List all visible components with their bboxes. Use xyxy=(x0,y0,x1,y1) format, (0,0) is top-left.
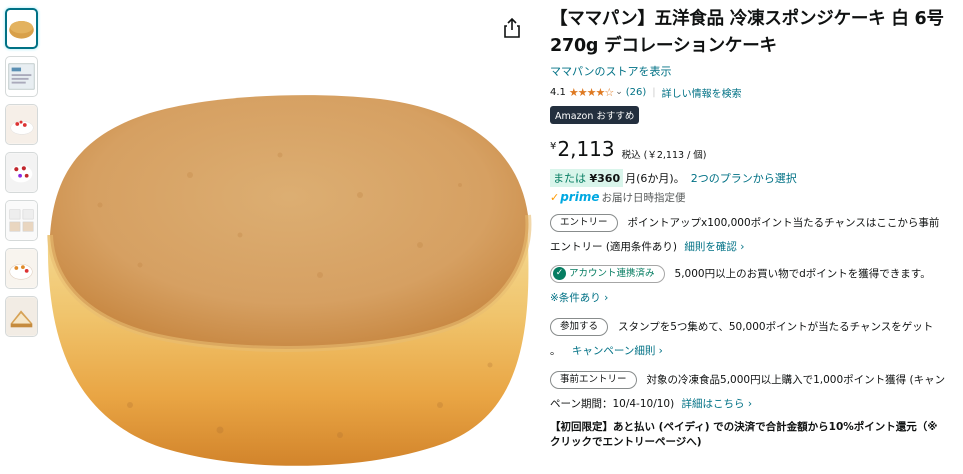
installment-amount: ¥360 xyxy=(589,172,621,185)
promo-line: 事前エントリー 対象の冷凍食品5,000円以上購入で1,000ポイント獲得 (キャ… xyxy=(550,368,963,392)
promo-text: 対象の冷凍食品5,000円以上購入で1,000ポイント獲得 (キャン xyxy=(646,374,946,386)
account-linked-pill[interactable]: ✓ アカウント連携済み xyxy=(550,265,665,283)
promo-line: エントリー (適用条件あり) 細則を確認 › xyxy=(550,235,963,259)
installment-badge: または ¥360 xyxy=(550,169,624,187)
promo-text: スタンプを5つ集めて、50,000ポイントが当たるチャンスをゲット xyxy=(618,321,934,333)
chevron-down-icon[interactable]: ⌄ xyxy=(615,87,623,97)
product-title: 【ママパン】五洋食品 冷凍スポンジケーキ 白 6号 270g デコレーションケー… xyxy=(550,9,944,56)
thumbnail-7[interactable] xyxy=(5,296,38,337)
promo-link[interactable]: 細則を確認 › xyxy=(684,241,744,253)
promo-bold-line: 【初回限定】あと払い (ペイディ) での決済で合計金額から10%ポイント還元（※ xyxy=(550,421,938,433)
star-icon[interactable]: ★★★★☆ xyxy=(569,86,614,99)
thumbnail-4[interactable] xyxy=(5,152,38,193)
rating-count[interactable]: (26) xyxy=(626,87,647,98)
promo-line: ✓ アカウント連携済み 5,000円以上のお買い物でdポイントを獲得できます。 xyxy=(550,262,963,286)
promo-link[interactable]: 詳細はこちら › xyxy=(682,398,753,410)
promo-text: エントリー (適用条件あり) xyxy=(550,241,678,253)
installment-suffix: 月(6か月)。 xyxy=(625,172,685,185)
promo-line: エントリー ポイントアップx100,000ポイント当たるチャンスはここから事前 xyxy=(550,211,963,235)
promo-line: ※条件あり › xyxy=(550,286,963,310)
account-linked-label: アカウント連携済み xyxy=(569,268,655,279)
thumbnail-6[interactable] xyxy=(5,248,38,289)
promo-text: ポイントアップx100,000ポイント当たるチャンスはここから事前 xyxy=(627,217,940,229)
thumbnail-5[interactable] xyxy=(5,200,38,241)
amazon-choice-badge: Amazon おすすめ xyxy=(550,106,640,124)
thumbnail-1[interactable] xyxy=(5,8,38,49)
thumbnail-2[interactable] xyxy=(5,56,38,97)
check-circle-icon: ✓ xyxy=(553,267,566,280)
prime-check-icon: ✓ xyxy=(550,190,560,204)
installment-prefix: または xyxy=(553,172,586,185)
share-icon[interactable] xyxy=(502,17,522,39)
product-info: 【ママパン】五洋食品 冷凍スポンジケーキ 白 6号 270g デコレーションケー… xyxy=(550,6,963,450)
price-value: 2,113 xyxy=(557,137,615,161)
price-row: ¥ 2,113 税込 (￥2,113 / 個) xyxy=(550,138,963,164)
prime-row: ✓ prime お届け日時指定便 xyxy=(550,190,963,204)
detail-search-link[interactable]: 詳しい情報を検索 xyxy=(662,85,742,100)
divider: | xyxy=(652,86,656,98)
pre-entry-pill[interactable]: 事前エントリー xyxy=(550,371,637,389)
first-time-promo[interactable]: 【初回限定】あと払い (ペイディ) での決済で合計金額から10%ポイント還元（※… xyxy=(550,420,963,450)
promo-line: 参加する スタンプを5つ集めて、50,000ポイントが当たるチャンスをゲット xyxy=(550,315,963,339)
promo-text: 5,000円以上のお買い物でdポイントを獲得できます。 xyxy=(674,268,931,280)
rating-value: 4.1 xyxy=(550,86,566,98)
promo-link[interactable]: ※条件あり › xyxy=(550,292,608,304)
prime-logo: prime xyxy=(560,190,600,204)
promo-line: 。 キャンペーン細則 › xyxy=(550,339,963,363)
prime-delivery-text: お届け日時指定便 xyxy=(601,191,686,204)
join-pill[interactable]: 参加する xyxy=(550,318,609,336)
promotions: エントリー ポイントアップx100,000ポイント当たるチャンスはここから事前 エ… xyxy=(550,211,963,416)
store-link[interactable]: ママパンのストアを表示 xyxy=(550,63,963,79)
thumbnail-strip xyxy=(5,8,39,344)
rating-row: 4.1 ★★★★☆ ⌄ (26) | 詳しい情報を検索 xyxy=(550,85,963,100)
tax-note: 税込 (￥2,113 / 個) xyxy=(621,150,707,161)
main-product-image[interactable] xyxy=(40,85,532,474)
promo-text: ペーン期間：10/4-10/10) xyxy=(550,398,675,410)
promo-link[interactable]: キャンペーン細則 › xyxy=(572,345,663,357)
installment-plans-link[interactable]: 2つのプランから選択 xyxy=(691,170,797,186)
currency-symbol: ¥ xyxy=(550,141,557,152)
entry-pill[interactable]: エントリー xyxy=(550,214,618,232)
installment-row: または ¥360 月(6か月)。 2つのプランから選択 xyxy=(550,169,963,187)
thumbnail-3[interactable] xyxy=(5,104,38,145)
promo-text: 。 xyxy=(550,345,561,357)
promo-line: ペーン期間：10/4-10/10) 詳細はこちら › xyxy=(550,392,963,416)
promo-bold-line: クリックでエントリーページへ) xyxy=(550,436,702,448)
